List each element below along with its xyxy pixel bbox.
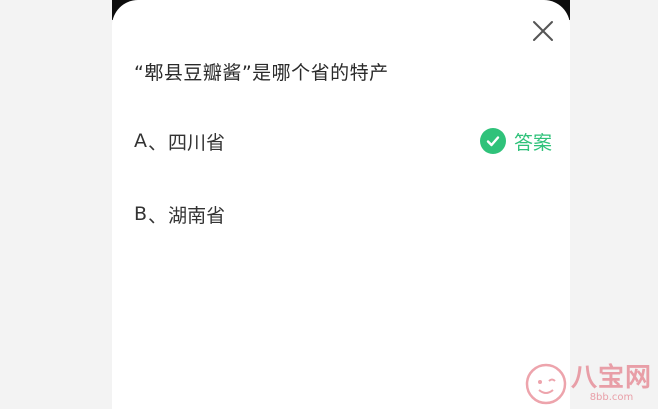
check-circle-icon <box>479 128 506 154</box>
option-letter: B <box>134 203 148 225</box>
option-text: 四川省 <box>168 131 226 154</box>
option-separator: 、 <box>148 131 168 154</box>
baby-face-logo-icon <box>525 363 567 405</box>
close-icon[interactable] <box>532 20 554 42</box>
option-letter: A <box>134 130 147 152</box>
answer-label: 答案 <box>513 131 552 154</box>
quiz-dialog: “郫县豆瓣酱”是哪个省的特产 A 、 四川省 答案 B 、 湖南省 <box>112 0 570 409</box>
watermark-title: 八宝网 <box>570 363 652 393</box>
option-b[interactable]: B 、 湖南省 <box>134 197 552 231</box>
option-a[interactable]: A 、 四川省 答案 <box>134 124 552 158</box>
answer-indicator: 答案 <box>479 128 552 155</box>
question-text: “郫县豆瓣酱”是哪个省的特产 <box>134 62 389 84</box>
option-separator: 、 <box>148 204 168 227</box>
backdrop-right <box>570 0 658 409</box>
watermark-url: 8bb.com <box>589 392 634 403</box>
option-text: 湖南省 <box>168 204 226 227</box>
backdrop-left <box>0 0 112 409</box>
close-button[interactable] <box>532 20 554 42</box>
watermark: 八宝网 8bb.com <box>525 363 652 405</box>
